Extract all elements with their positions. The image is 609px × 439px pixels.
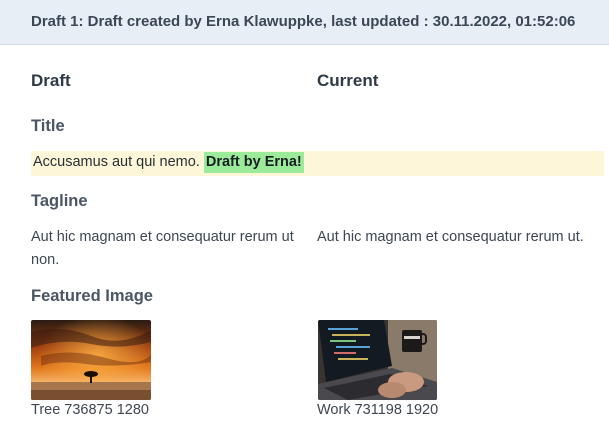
title-added-text: Draft by Erna! <box>203 152 304 173</box>
draft-featured-image[interactable] <box>31 320 151 400</box>
current-featured-image[interactable] <box>318 320 437 400</box>
draft-compare-panel: Draft 1: Draft created by Erna Klawuppke… <box>0 0 609 439</box>
current-tagline: Aut hic magnam et consequatur rerum ut. <box>317 229 584 245</box>
tagline-section-heading: Tagline <box>31 192 88 210</box>
title-diff-text: Accusamus aut qui nemo. Draft by Erna! <box>33 152 304 173</box>
current-column-heading: Current <box>317 71 379 90</box>
sunset-tree-photo-icon <box>31 320 151 400</box>
draft-tagline: Aut hic magnam et consequatur rerum ut n… <box>31 229 294 268</box>
title-diff-row: Accusamus aut qui nemo. Draft by Erna! <box>31 151 604 176</box>
title-section-heading: Title <box>31 117 65 135</box>
title-unchanged-text: Accusamus aut qui nemo. <box>33 154 200 170</box>
draft-header-text: Draft 1: Draft created by Erna Klawuppke… <box>31 13 576 30</box>
current-image-caption: Work 731198 1920 <box>317 402 439 418</box>
draft-column-heading: Draft <box>31 71 71 90</box>
draft-image-caption: Tree 736875 1280 <box>31 402 149 418</box>
laptop-coding-photo-icon <box>318 320 437 400</box>
draft-header: Draft 1: Draft created by Erna Klawuppke… <box>0 0 609 45</box>
featured-image-section-heading: Featured Image <box>31 287 153 305</box>
